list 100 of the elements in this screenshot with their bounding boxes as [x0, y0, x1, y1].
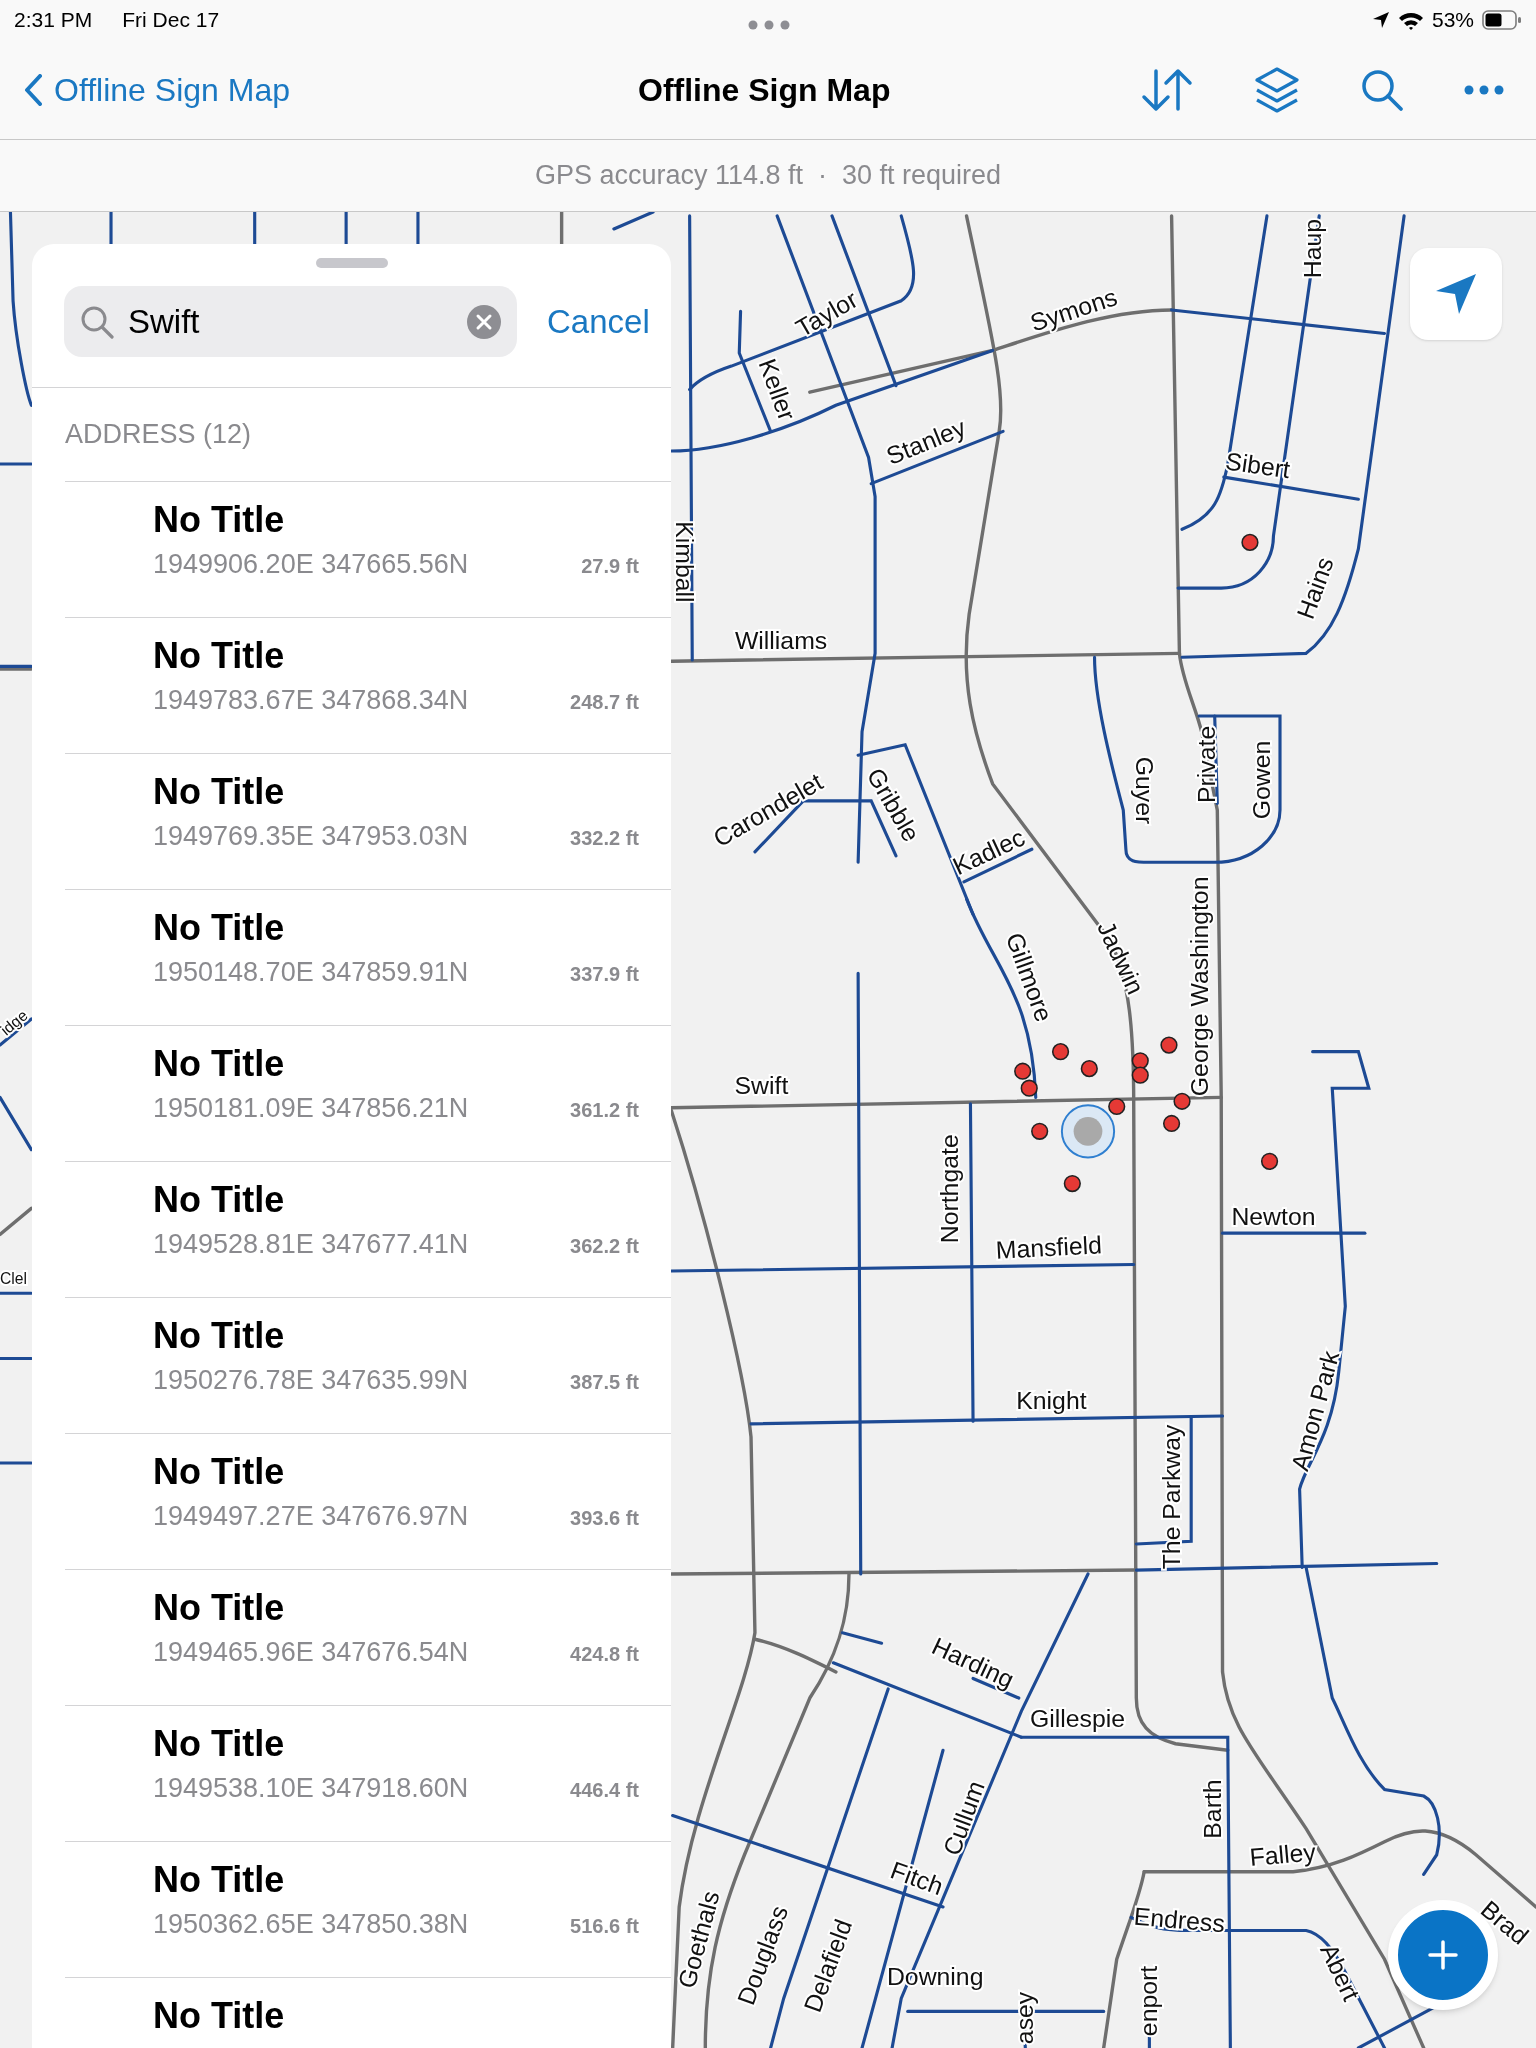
result-coordinates: 1949465.96E 347676.54N: [153, 1636, 469, 1669]
result-distance: 393.6 ft: [570, 1506, 639, 1531]
result-title: No Title: [153, 772, 286, 812]
result-coordinates: 1949783.67E 347868.34N: [153, 684, 469, 717]
street-label: Falley: [1248, 1838, 1317, 1872]
sign-marker[interactable]: [1080, 1060, 1098, 1078]
street-label: Stanley: [882, 413, 970, 470]
street-label: Mansfield: [995, 1231, 1103, 1264]
result-title: No Title: [153, 1860, 286, 1900]
battery-percent: 53%: [1431, 7, 1474, 34]
street-label: Haup: [1299, 218, 1327, 279]
result-title: No Title: [153, 1044, 286, 1084]
result-row[interactable]: No Title 1949528.81E 347677.41N 362.2 ft: [65, 1161, 671, 1297]
street-label: Hains: [1291, 553, 1339, 623]
sign-marker[interactable]: [1160, 1036, 1178, 1054]
result-row[interactable]: No Title 1950181.09E 347856.21N 361.2 ft: [65, 1025, 671, 1161]
result-row[interactable]: No Title 1949497.27E 347676.97N 393.6 ft: [65, 1433, 671, 1569]
result-distance: 387.5 ft: [570, 1370, 639, 1395]
sign-marker[interactable]: [1063, 1174, 1081, 1193]
sign-marker[interactable]: [1260, 1152, 1279, 1170]
result-coordinates: 1949538.10E 347918.60N: [153, 1772, 469, 1805]
street-label: The Parkway: [1158, 1424, 1186, 1570]
result-row[interactable]: No Title 1949538.10E 347918.60N 446.4 ft: [65, 1705, 671, 1841]
status-date: Fri Dec 17: [122, 7, 220, 34]
street-label: Guyer: [1130, 756, 1158, 825]
locate-button[interactable]: [1410, 248, 1502, 340]
section-header: ADDRESS (12): [64, 418, 253, 452]
sort-arrows-icon[interactable]: [1140, 66, 1194, 113]
result-row[interactable]: No Title 1949465.96E 347676.54N 424.8 ft: [65, 1569, 671, 1705]
street-label: Goethals: [672, 1888, 725, 1992]
sign-marker[interactable]: [1031, 1122, 1049, 1140]
result-row[interactable]: No Title 1950276.78E 347635.99N 387.5 ft: [65, 1297, 671, 1433]
result-row[interactable]: No Title 1950148.70E 347859.91N 337.9 ft: [65, 889, 671, 1025]
drag-handle[interactable]: [315, 258, 388, 268]
status-time: 2:31 PM: [14, 7, 93, 34]
result-distance: 516.6 ft: [570, 1914, 639, 1939]
search-field[interactable]: Swift: [128, 296, 453, 347]
result-title: No Title: [153, 636, 286, 676]
street-label: Barth: [1198, 1779, 1226, 1839]
navigation-arrow-icon: [1434, 272, 1478, 316]
result-title: No Title: [153, 1996, 286, 2036]
street-label: enport: [1134, 1965, 1162, 2037]
sign-marker[interactable]: [1241, 533, 1259, 551]
layers-icon[interactable]: [1254, 65, 1300, 114]
search-icon[interactable]: [1360, 67, 1404, 112]
street-label: Gillespie: [1030, 1705, 1126, 1733]
result-title: No Title: [153, 1316, 286, 1356]
result-coordinates: 1950148.70E 347859.91N: [153, 956, 469, 989]
result-title: No Title: [153, 500, 286, 540]
result-title: No Title: [153, 1724, 286, 1764]
result-title: No Title: [153, 1452, 286, 1492]
result-title: No Title: [153, 908, 286, 948]
sign-marker[interactable]: [1051, 1043, 1070, 1061]
street-label: Clel: [0, 1270, 27, 1288]
result-row[interactable]: No Title 1949783.67E 347868.34N 248.7 ft: [65, 617, 671, 753]
sign-marker[interactable]: [1162, 1114, 1181, 1133]
back-button[interactable]: Offline Sign Map: [24, 65, 290, 114]
result-row[interactable]: No Title: [65, 1977, 671, 2048]
result-coordinates: 1950276.78E 347635.99N: [153, 1364, 469, 1397]
street-label: Private: [1193, 725, 1221, 803]
result-distance: 332.2 ft: [570, 826, 639, 851]
sign-marker[interactable]: [1131, 1066, 1149, 1084]
more-icon[interactable]: [1464, 84, 1504, 95]
result-title: No Title: [153, 1588, 286, 1628]
search-icon: [80, 304, 114, 339]
sign-marker[interactable]: [1014, 1062, 1032, 1080]
result-distance: 362.2 ft: [570, 1234, 639, 1259]
sign-marker[interactable]: [1020, 1079, 1038, 1097]
page-title: Offline Sign Map: [638, 70, 891, 110]
street-label: Gowen: [1248, 740, 1276, 820]
street-label: Taylor: [791, 285, 863, 343]
current-location-marker: [1060, 1104, 1116, 1159]
result-distance: 337.9 ft: [570, 962, 639, 987]
result-distance: 248.7 ft: [570, 690, 639, 715]
result-distance: 424.8 ft: [570, 1642, 639, 1667]
street-label: Jadwin: [1092, 916, 1150, 999]
result-coordinates: 1949497.27E 347676.97N: [153, 1500, 469, 1533]
cancel-button[interactable]: Cancel: [547, 296, 650, 347]
multitask-dots-icon[interactable]: [748, 20, 790, 30]
battery-icon: [1482, 10, 1522, 30]
plus-icon: [1428, 1940, 1458, 1970]
result-row[interactable]: No Title 1949906.20E 347665.56N 27.9 ft: [65, 481, 671, 617]
result-row[interactable]: No Title 1950362.65E 347850.38N 516.6 ft: [65, 1841, 671, 1977]
street-label: Knight: [1016, 1386, 1087, 1414]
result-distance: 446.4 ft: [570, 1778, 639, 1803]
result-distance: 361.2 ft: [570, 1098, 639, 1123]
street-label: Kadlec: [948, 823, 1029, 881]
result-coordinates: 1949528.81E 347677.41N: [153, 1228, 469, 1261]
clear-icon[interactable]: [467, 304, 501, 339]
result-coordinates: 1949769.35E 347953.03N: [153, 820, 469, 853]
sign-marker[interactable]: [1173, 1092, 1191, 1110]
search-bar[interactable]: Swift: [64, 286, 517, 357]
street-label: Gillmore: [1000, 929, 1058, 1026]
street-label: Northgate: [936, 1134, 964, 1244]
result-coordinates: 1950362.65E 347850.38N: [153, 1908, 469, 1941]
result-title: No Title: [153, 1180, 286, 1220]
street-label: Kimball: [670, 521, 698, 603]
wifi-icon: [1397, 10, 1424, 30]
gps-accuracy-text: GPS accuracy 114.8 ft · 30 ft required: [534, 159, 1002, 193]
result-row[interactable]: No Title 1949769.35E 347953.03N 332.2 ft: [65, 753, 671, 889]
